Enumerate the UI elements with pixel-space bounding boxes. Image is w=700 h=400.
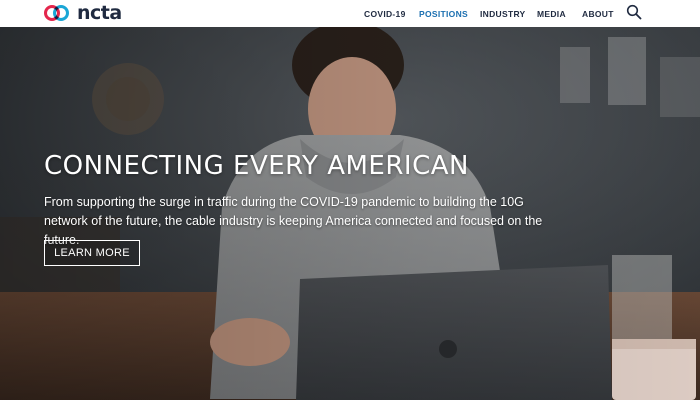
learn-more-button[interactable]: LEARN MORE: [44, 240, 140, 266]
nav-item-about[interactable]: ABOUT: [582, 9, 614, 19]
logo-rings-icon: [44, 3, 74, 23]
nav-item-media[interactable]: MEDIA: [537, 9, 566, 19]
nav-item-industry[interactable]: INDUSTRY: [480, 9, 526, 19]
logo-wordmark: ncta: [77, 2, 122, 24]
hero-banner: CONNECTING EVERY AMERICAN From supportin…: [0, 27, 700, 400]
ncta-logo[interactable]: ncta: [44, 3, 122, 23]
nav-item-positions[interactable]: POSITIONS: [419, 9, 468, 19]
nav-item-covid-19[interactable]: COVID-19: [364, 9, 406, 19]
hero-title: CONNECTING EVERY AMERICAN: [44, 151, 469, 181]
search-icon[interactable]: [626, 4, 642, 20]
site-header: ncta COVID-19 POSITIONS INDUSTRY MEDIA A…: [0, 0, 700, 27]
